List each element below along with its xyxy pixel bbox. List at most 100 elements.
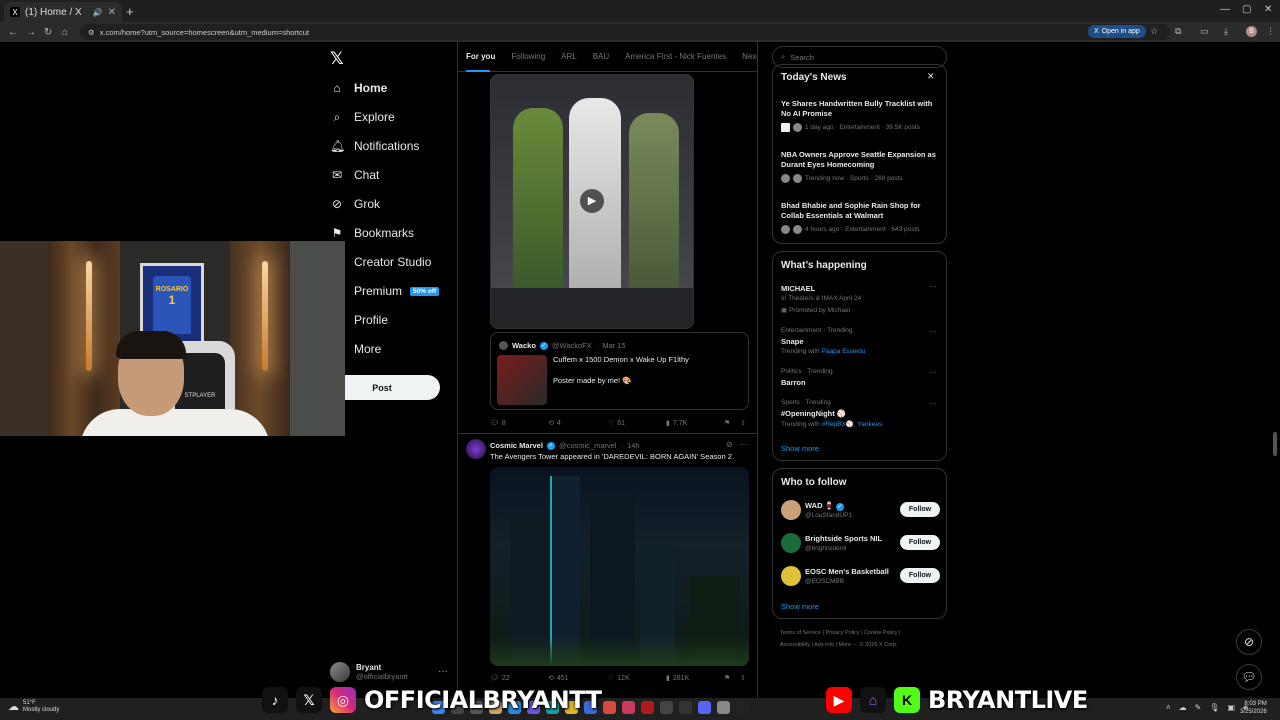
trend-more-icon[interactable]: ··· (929, 399, 937, 408)
footer-links[interactable]: Accessibility | Ads info | More ··· © 20… (780, 642, 898, 648)
tiktok-taskbar-icon[interactable] (736, 701, 749, 714)
quote-thumbnail[interactable] (497, 355, 547, 405)
avatar[interactable] (781, 500, 801, 520)
back-icon[interactable]: ← (8, 27, 18, 38)
close-tab-icon[interactable]: ✕ (108, 7, 116, 18)
bookmark-star-icon[interactable]: ☆ (1150, 26, 1158, 37)
app-icon[interactable] (660, 701, 673, 714)
tweet-author-name[interactable]: Cosmic Marvel (490, 441, 543, 450)
new-tab-icon[interactable]: + (126, 4, 134, 19)
tab-america-first[interactable]: America First - Nick Fuentes (625, 52, 726, 61)
nav-item-home[interactable]: ⌂ Home (330, 77, 387, 99)
close-icon[interactable]: ✕ (927, 71, 935, 82)
pen-tray-icon[interactable]: ✎ (1195, 703, 1202, 713)
reload-icon[interactable]: ↻ (44, 27, 54, 38)
minimize-icon[interactable]: — (1220, 4, 1230, 15)
maximize-icon[interactable]: ▢ (1242, 4, 1251, 15)
taskbar-clock[interactable]: 8:03 PM 3/25/2026 (1240, 700, 1267, 716)
reply-button[interactable]: 💬︎ 22 (490, 674, 510, 683)
tweet-image[interactable] (490, 467, 749, 666)
like-button[interactable]: ♡ 61 (608, 419, 625, 428)
nav-item-creator-studio[interactable]: ▤Creator Studio (330, 251, 431, 273)
chevron-up-icon[interactable]: ˄ (1166, 703, 1171, 713)
tab-arl[interactable]: ARL (561, 52, 577, 61)
app-icon[interactable] (679, 701, 692, 714)
app-icon[interactable] (717, 701, 730, 714)
trend-more-icon[interactable]: ··· (929, 368, 937, 377)
news-headline[interactable]: Bhad Bhabie and Sophie Rain Shop for Col… (781, 201, 939, 221)
chrome-icon[interactable] (603, 701, 616, 714)
open-in-app-button[interactable]: X Open in app (1088, 25, 1146, 38)
nav-item-chat[interactable]: ✉ Chat (330, 164, 379, 186)
repost-button[interactable]: ⟲ 451 (548, 674, 569, 683)
follow-suggestion-name[interactable]: Brightside Sports NIL (805, 534, 882, 543)
footer-links[interactable]: Terms of Service | Privacy Policy | Cook… (780, 630, 900, 636)
download-icon[interactable]: ⤓ (1224, 26, 1228, 37)
browser-menu-icon[interactable]: ⋮ (1266, 26, 1275, 37)
bookmark-tweet-icon[interactable]: ⚑ (724, 419, 730, 427)
avatar[interactable] (466, 439, 486, 459)
show-more-follow-link[interactable]: Show more (781, 602, 819, 611)
tab-for-you[interactable]: For you (466, 52, 495, 61)
trend-link[interactable]: Paapa Essiedu (822, 348, 866, 355)
news-headline[interactable]: Ye Shares Handwritten Bully Tracklist wi… (781, 99, 939, 119)
page-scrollbar[interactable] (1273, 432, 1277, 456)
url-field[interactable]: ⚙ x.com/home?utm_source=homescreen&utm_m… (80, 24, 1170, 40)
trend-more-icon[interactable]: ··· (929, 327, 937, 336)
close-window-icon[interactable]: ✕ (1264, 4, 1272, 15)
grok-tweet-icon[interactable]: ⊘ (726, 440, 733, 449)
reply-button[interactable]: 💬︎ 8 (490, 419, 506, 428)
tweet-video[interactable]: ▶ (490, 74, 694, 329)
follow-button[interactable]: Follow (900, 502, 940, 517)
browser-profile-avatar[interactable]: B (1246, 26, 1257, 37)
views-button[interactable]: ▮ 7.7K (666, 419, 687, 428)
avatar[interactable] (781, 566, 801, 586)
nav-item-premium[interactable]: ✕Premium50% off (330, 280, 440, 302)
home-browser-icon[interactable]: ⌂ (62, 27, 72, 38)
follow-suggestion-name[interactable]: WAD 🍷 ✓ (805, 501, 845, 511)
trend-name[interactable]: Snape (781, 337, 804, 346)
mic-icon[interactable]: 🎙︎ (1209, 703, 1219, 713)
show-more-trends-link[interactable]: Show more (781, 444, 819, 453)
trend-more-icon[interactable]: ··· (929, 282, 937, 291)
play-icon[interactable]: ▶ (580, 189, 604, 213)
like-button[interactable]: ♡ 12K (608, 674, 630, 683)
network-icon[interactable]: ▣ (1228, 703, 1236, 713)
bookmark-tweet-icon[interactable]: ⚑ (724, 674, 730, 682)
news-headline[interactable]: NBA Owners Approve Seattle Expansion as … (781, 150, 939, 170)
tweet-more-icon[interactable]: ··· (740, 440, 748, 449)
follow-button[interactable]: Follow (900, 535, 940, 550)
forward-icon[interactable]: → (26, 27, 36, 38)
nav-item-notifications[interactable]: 🔔︎ Notifications (330, 135, 419, 157)
nav-item-explore[interactable]: ⌕ Explore (330, 106, 395, 128)
account-more-icon[interactable]: ··· (438, 666, 448, 677)
tab-bau[interactable]: BAU (593, 52, 609, 61)
chat-fab-icon[interactable]: 💬︎ (1236, 664, 1262, 690)
extensions-icon[interactable]: ⧉ (1175, 26, 1181, 37)
tab-following[interactable]: Following (511, 52, 545, 61)
avatar[interactable] (781, 533, 801, 553)
quoted-tweet[interactable]: Wacko ✓ @WackoFX · Mar 15 Cuffem x 1500 … (490, 332, 749, 410)
site-info-icon[interactable]: ⚙ (88, 28, 95, 37)
discord-icon[interactable] (698, 701, 711, 714)
adobe-icon[interactable] (641, 701, 654, 714)
trend-link[interactable]: #RepBX⚾, Yankees (822, 421, 883, 428)
grok-fab-icon[interactable]: ⊘ (1236, 629, 1262, 655)
repost-button[interactable]: ⟲ 4 (548, 419, 561, 428)
share-icon[interactable]: ⇧ (740, 674, 746, 682)
views-button[interactable]: ▮ 281K (666, 674, 689, 683)
account-switcher[interactable]: Bryant @officialbryantt (330, 662, 408, 682)
onedrive-icon[interactable]: ☁ (1179, 703, 1187, 713)
x-logo-icon[interactable]: 𝕏 (330, 49, 344, 69)
trend-name[interactable]: Barron (781, 378, 806, 387)
browser-tab[interactable]: X (1) Home / X 🔊 ✕ (4, 2, 122, 22)
share-icon[interactable]: ⇧ (740, 419, 746, 427)
tab-nexdoor[interactable]: Nexdoor (742, 52, 757, 61)
promo-title[interactable]: MICHAEL (781, 284, 815, 293)
follow-button[interactable]: Follow (900, 568, 940, 583)
weather-widget[interactable]: ☁ 51°F Mostly cloudy (8, 700, 59, 714)
trend-name[interactable]: #OpeningNight ⚾ (781, 409, 846, 418)
follow-suggestion-name[interactable]: EOSC Men's Basketball (805, 567, 889, 576)
speaker-icon[interactable]: 🔊 (93, 8, 103, 17)
app-icon[interactable] (622, 701, 635, 714)
